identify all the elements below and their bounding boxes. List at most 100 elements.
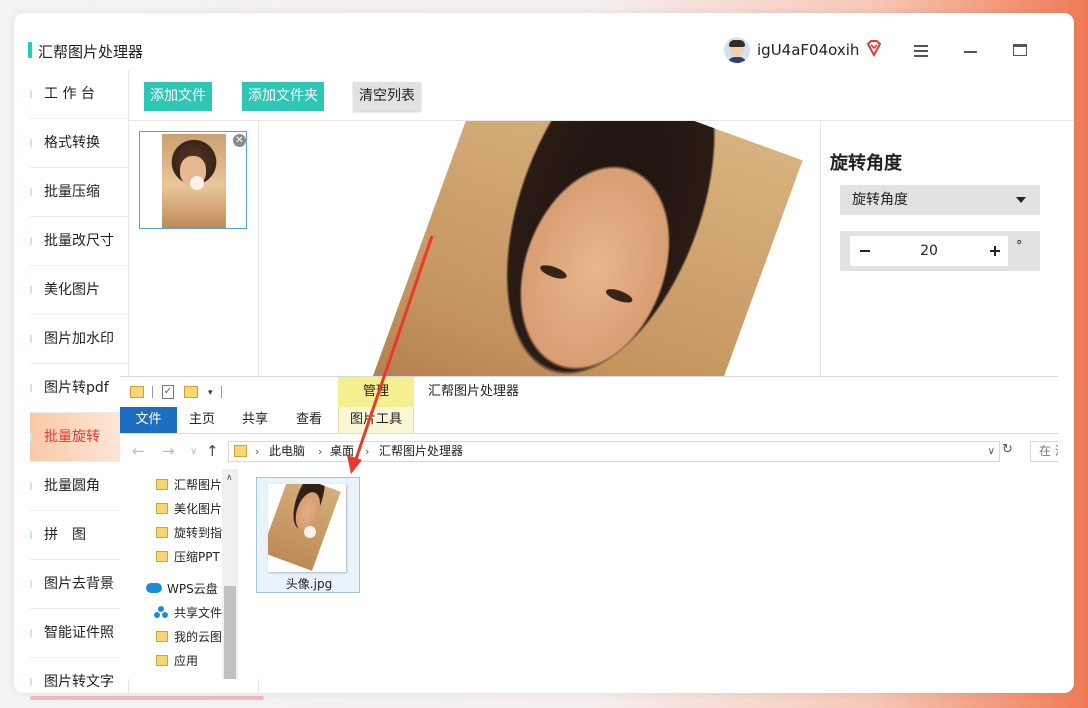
sidebar-item-collage[interactable]: 拼 图	[30, 511, 128, 560]
breadcrumb-separator: ›	[318, 445, 323, 458]
add-file-button[interactable]: 添加文件	[144, 82, 212, 111]
sidebar-item-batch-round-corner[interactable]: 批量圆角	[30, 462, 128, 511]
tab-view[interactable]: 查看	[289, 407, 329, 433]
settings-title: 旋转角度	[830, 153, 902, 174]
nav-item-label: WPS云盘	[167, 582, 218, 596]
background-strip	[30, 696, 264, 700]
sidebar-item-batch-resize[interactable]: 批量改尺寸	[30, 217, 128, 266]
folder-icon	[156, 655, 168, 666]
sidebar-item-batch-rotate[interactable]: 批量旋转	[30, 413, 128, 462]
sidebar-item-remove-bg[interactable]: 图片去背景	[30, 560, 128, 609]
menu-icon[interactable]	[914, 45, 928, 57]
file-item[interactable]: 头像.jpg	[256, 477, 360, 593]
file-thumbnail	[268, 484, 346, 572]
tab-file[interactable]: 文件	[120, 407, 177, 433]
sidebar-item-label: 批量改尺寸	[44, 233, 114, 249]
navigation-pane: 汇帮图片 美化图片 旋转到指 压缩PPT WPS云盘 共享文件 我的云图 应用 …	[120, 469, 238, 679]
sidebar-item-label: 美化图片	[44, 282, 100, 298]
breadcrumb-desktop[interactable]: 桌面	[330, 442, 354, 461]
nav-item-wps-cloud[interactable]: WPS云盘	[146, 577, 228, 601]
folder-icon[interactable]	[130, 386, 144, 398]
avatar-hair-icon	[729, 40, 745, 47]
sidebar-item-label: 批量圆角	[44, 478, 100, 494]
sidebar-item-beautify[interactable]: 美化图片	[30, 266, 128, 315]
app-logo-icon	[28, 42, 32, 58]
angle-value[interactable]: 20	[850, 236, 1008, 266]
sidebar-item-format-convert[interactable]: 格式转换	[30, 119, 128, 168]
rotated-preview-image	[345, 121, 803, 379]
cloud-icon	[146, 583, 162, 593]
rotate-mode-value: 旋转角度	[852, 192, 908, 208]
search-input[interactable]: 在 汇	[1030, 441, 1058, 462]
recent-chevron-icon[interactable]: ∨	[190, 446, 197, 457]
rotate-mode-select[interactable]: 旋转角度	[840, 185, 1040, 215]
breadcrumb-this-pc[interactable]: 此电脑	[269, 442, 305, 461]
breadcrumb-separator: ›	[365, 445, 370, 458]
add-folder-button[interactable]: 添加文件夹	[242, 82, 324, 111]
sidebar-item-ocr[interactable]: 图片转文字	[30, 658, 128, 693]
quick-access-toolbar: ✓ ▾ 管理 汇帮图片处理器	[120, 377, 1058, 407]
angle-stepper[interactable]: 20	[850, 236, 1008, 266]
preview-area	[259, 121, 819, 379]
new-folder-icon[interactable]	[184, 386, 198, 398]
title-bar: 汇帮图片处理器 igU4aF04oxih	[14, 13, 1074, 70]
address-bar[interactable]: › 此电脑 › 桌面 › 汇帮图片处理器 ∨	[228, 441, 1000, 462]
sidebar-item-id-photo[interactable]: 智能证件照	[30, 609, 128, 658]
file-explorer-window: ✓ ▾ 管理 汇帮图片处理器 文件 主页 共享 查看 图片工具 ← → ∨ ↑ …	[120, 376, 1058, 679]
sidebar-item-label: 智能证件照	[44, 625, 114, 641]
folder-icon	[156, 479, 168, 490]
sidebar-item-to-pdf[interactable]: 图片转pdf	[30, 364, 128, 413]
scroll-up-icon[interactable]: ∧	[226, 473, 233, 483]
scroll-thumb[interactable]	[224, 586, 236, 679]
maximize-icon[interactable]	[1013, 44, 1027, 56]
user-avatar[interactable]	[724, 37, 750, 63]
clear-list-button[interactable]: 清空列表	[353, 82, 421, 111]
thumbnail-card[interactable]: ✕	[139, 131, 247, 229]
address-bar-row: ← → ∨ ↑ › 此电脑 › 桌面 › 汇帮图片处理器 ∨ ↻ 在 汇	[120, 434, 1058, 468]
explorer-title: 汇帮图片处理器	[428, 384, 520, 399]
nav-scrollbar[interactable]: ∧	[222, 469, 238, 679]
app-title: 汇帮图片处理器	[38, 43, 144, 61]
username[interactable]: igU4aF04oxih	[757, 41, 859, 59]
folder-icon	[234, 445, 247, 457]
tab-share[interactable]: 共享	[235, 407, 275, 433]
sidebar-item-workbench[interactable]: 工 作 台	[30, 70, 128, 119]
up-arrow-icon[interactable]: ↑	[206, 442, 219, 460]
sidebar: 工 作 台 格式转换 批量压缩 批量改尺寸 美化图片 图片加水印 图片转pdf …	[30, 70, 129, 693]
angle-unit: °	[1016, 239, 1023, 254]
minimize-icon[interactable]	[964, 51, 977, 53]
chevron-down-icon[interactable]: ▾	[208, 388, 213, 398]
sidebar-item-label: 工 作 台	[44, 86, 95, 102]
folder-icon	[156, 527, 168, 538]
settings-panel: 旋转角度 旋转角度 20 °	[820, 121, 1074, 379]
tab-home[interactable]: 主页	[182, 407, 222, 433]
angle-stepper-container: 20 °	[840, 231, 1040, 271]
file-name: 头像.jpg	[285, 577, 333, 591]
manage-tab[interactable]: 管理	[338, 377, 414, 407]
nav-item-label: 旋转到指	[174, 526, 223, 540]
breadcrumb-folder[interactable]: 汇帮图片处理器	[379, 442, 463, 461]
sidebar-item-label: 图片加水印	[44, 331, 114, 347]
sidebar-item-watermark[interactable]: 图片加水印	[30, 315, 128, 364]
chevron-down-icon[interactable]: ∨	[988, 442, 995, 461]
vip-diamond-icon[interactable]	[865, 39, 883, 57]
nav-item-label: 汇帮图片	[174, 478, 223, 492]
sidebar-item-label: 拼 图	[44, 527, 86, 543]
nav-item-label: 压缩PPT	[174, 550, 220, 564]
breadcrumb-separator: ›	[255, 445, 260, 458]
close-icon[interactable]: ✕	[233, 134, 246, 147]
nav-item-label: 应用	[174, 654, 199, 668]
properties-icon[interactable]: ✓	[162, 385, 174, 399]
sidebar-item-label: 图片转文字	[44, 674, 114, 690]
sidebar-item-batch-compress[interactable]: 批量压缩	[30, 168, 128, 217]
back-arrow-icon[interactable]: ←	[132, 442, 145, 460]
toolbar: 添加文件 添加文件夹 清空列表	[129, 70, 1074, 121]
sidebar-item-label: 批量压缩	[44, 184, 100, 200]
plus-icon-vertical[interactable]	[994, 246, 996, 256]
thumbnail-image	[162, 134, 226, 228]
refresh-icon[interactable]: ↻	[1002, 442, 1018, 461]
tab-picture-tools[interactable]: 图片工具	[338, 407, 414, 433]
nav-item-label: 共享文件	[174, 606, 223, 620]
folder-icon	[156, 551, 168, 562]
forward-arrow-icon[interactable]: →	[162, 442, 175, 460]
